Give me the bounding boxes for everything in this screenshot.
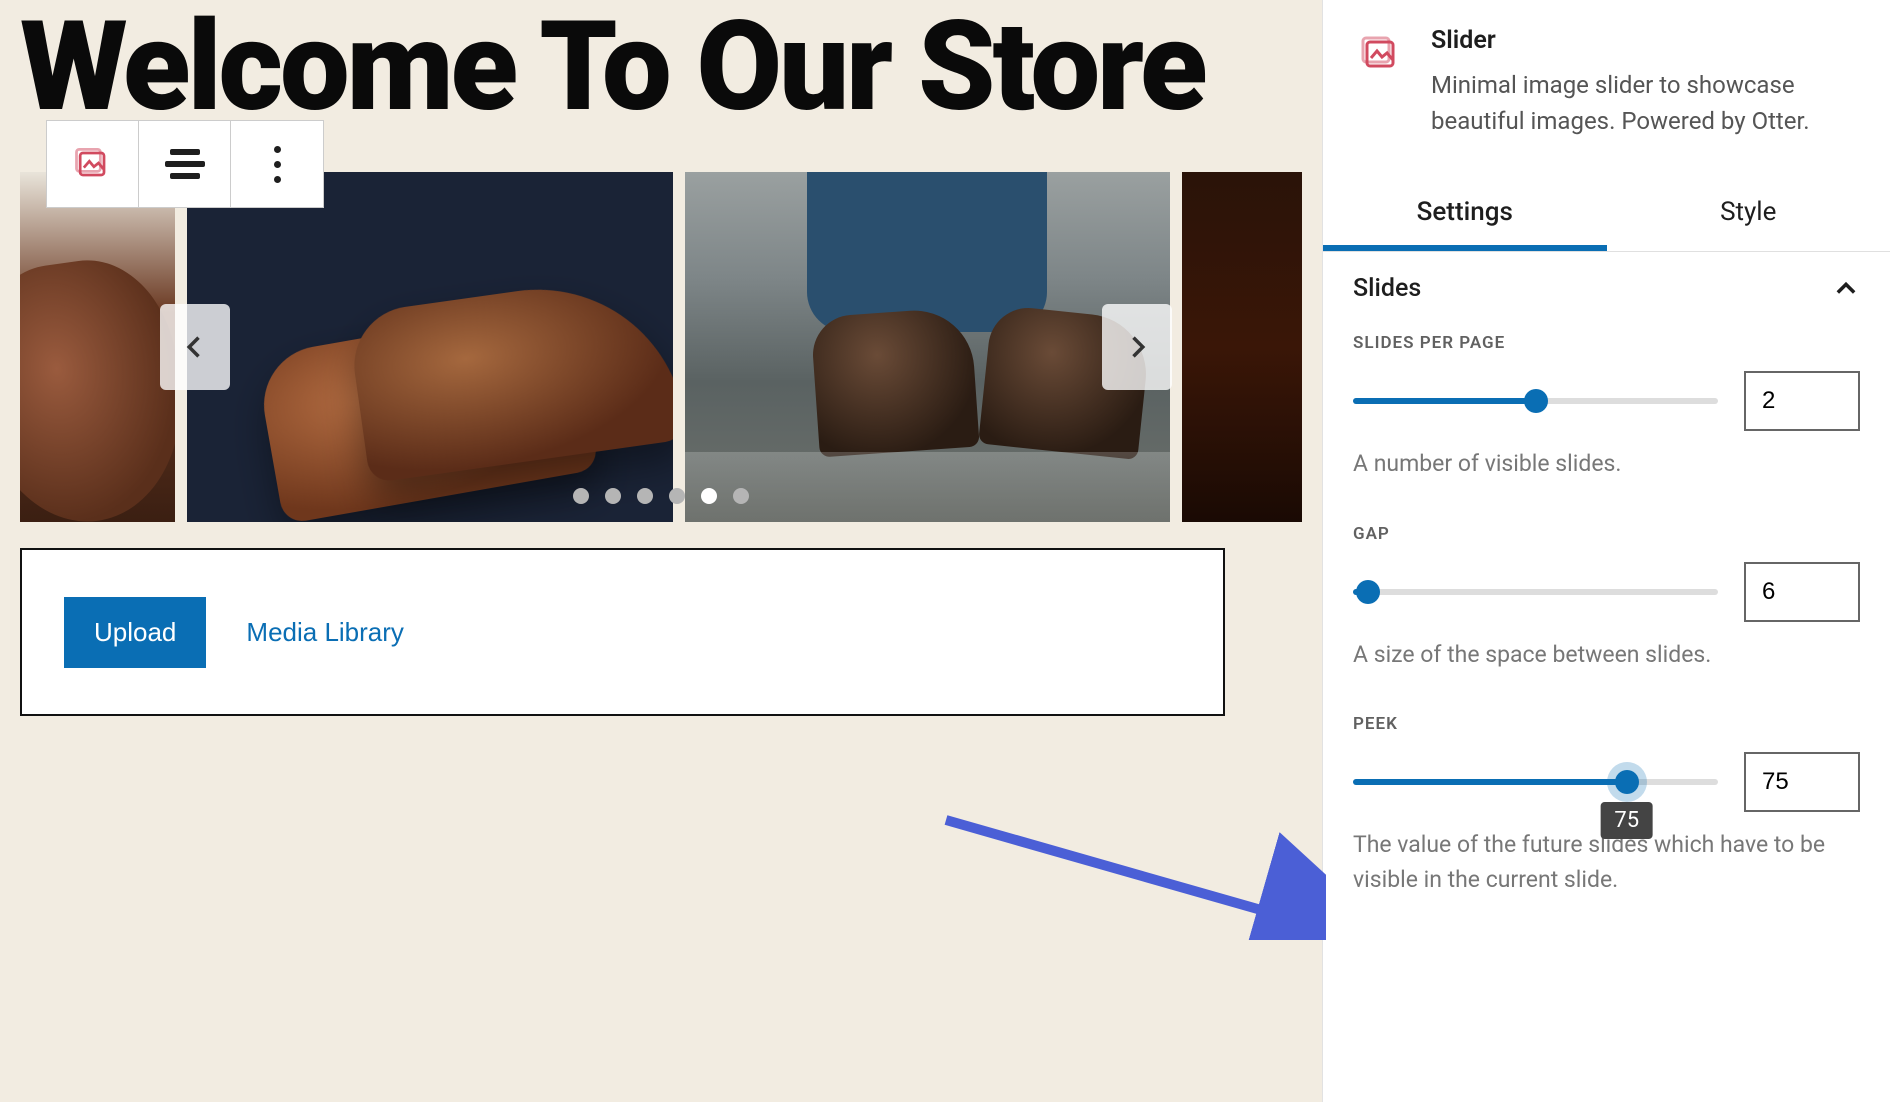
slider-dot[interactable]	[573, 488, 589, 504]
media-upload-panel: Upload Media Library	[20, 548, 1225, 716]
slider-icon	[1357, 30, 1405, 78]
slides-per-page-slider[interactable]	[1353, 389, 1718, 413]
slider-icon	[71, 142, 115, 186]
slider-dots	[573, 488, 749, 504]
control-label: SLIDES PER PAGE	[1353, 333, 1860, 353]
upload-button[interactable]: Upload	[64, 597, 206, 668]
align-button[interactable]	[139, 121, 231, 207]
inspector-tabs: Settings Style	[1323, 179, 1890, 252]
control-label: GAP	[1353, 524, 1860, 544]
chevron-up-icon	[1832, 275, 1860, 303]
more-options-button[interactable]	[231, 121, 323, 207]
slider-dot[interactable]	[669, 488, 685, 504]
inspector-sidebar: Slider Minimal image slider to showcase …	[1322, 0, 1890, 1102]
slider-dot[interactable]	[605, 488, 621, 504]
slide-peek-left	[20, 172, 175, 522]
block-header-icon	[1353, 26, 1409, 82]
slider-dot[interactable]	[701, 488, 717, 504]
peek-slider[interactable]: 75	[1353, 770, 1718, 794]
slide-peek-right	[1182, 172, 1302, 522]
control-help: A size of the space between slides.	[1353, 638, 1860, 673]
control-peek: PEEK 75 The value of the future slides w…	[1353, 714, 1860, 897]
kebab-icon	[274, 146, 281, 153]
block-name: Slider	[1431, 26, 1860, 55]
block-description: Minimal image slider to showcase beautif…	[1431, 67, 1860, 139]
align-icon	[170, 149, 200, 155]
tab-style[interactable]: Style	[1607, 179, 1890, 251]
control-slides-per-page: SLIDES PER PAGE A number of visible slid…	[1353, 333, 1860, 482]
control-help: A number of visible slides.	[1353, 447, 1860, 482]
section-slides-toggle[interactable]: Slides	[1323, 252, 1890, 333]
block-type-button[interactable]	[47, 121, 139, 207]
slide-2	[685, 172, 1171, 522]
block-toolbar	[46, 120, 324, 208]
slider-prev-button[interactable]	[160, 304, 230, 390]
slider-dot[interactable]	[637, 488, 653, 504]
chevron-left-icon	[181, 333, 209, 361]
slides-per-page-input[interactable]	[1744, 371, 1860, 431]
section-title: Slides	[1353, 274, 1421, 303]
gap-slider[interactable]	[1353, 580, 1718, 604]
control-gap: GAP A size of the space between slides.	[1353, 524, 1860, 673]
slide-1	[187, 172, 673, 522]
annotation-arrow	[936, 810, 1326, 940]
control-label: PEEK	[1353, 714, 1860, 734]
slider-preview[interactable]	[20, 172, 1302, 522]
peek-tooltip: 75	[1600, 802, 1653, 839]
page-title: Welcome To Our Store	[20, 0, 1302, 136]
gap-input[interactable]	[1744, 562, 1860, 622]
tab-settings[interactable]: Settings	[1323, 179, 1607, 251]
slider-dot[interactable]	[733, 488, 749, 504]
peek-input[interactable]	[1744, 752, 1860, 812]
chevron-right-icon	[1123, 333, 1151, 361]
media-library-button[interactable]: Media Library	[246, 617, 404, 648]
slider-next-button[interactable]	[1102, 304, 1172, 390]
